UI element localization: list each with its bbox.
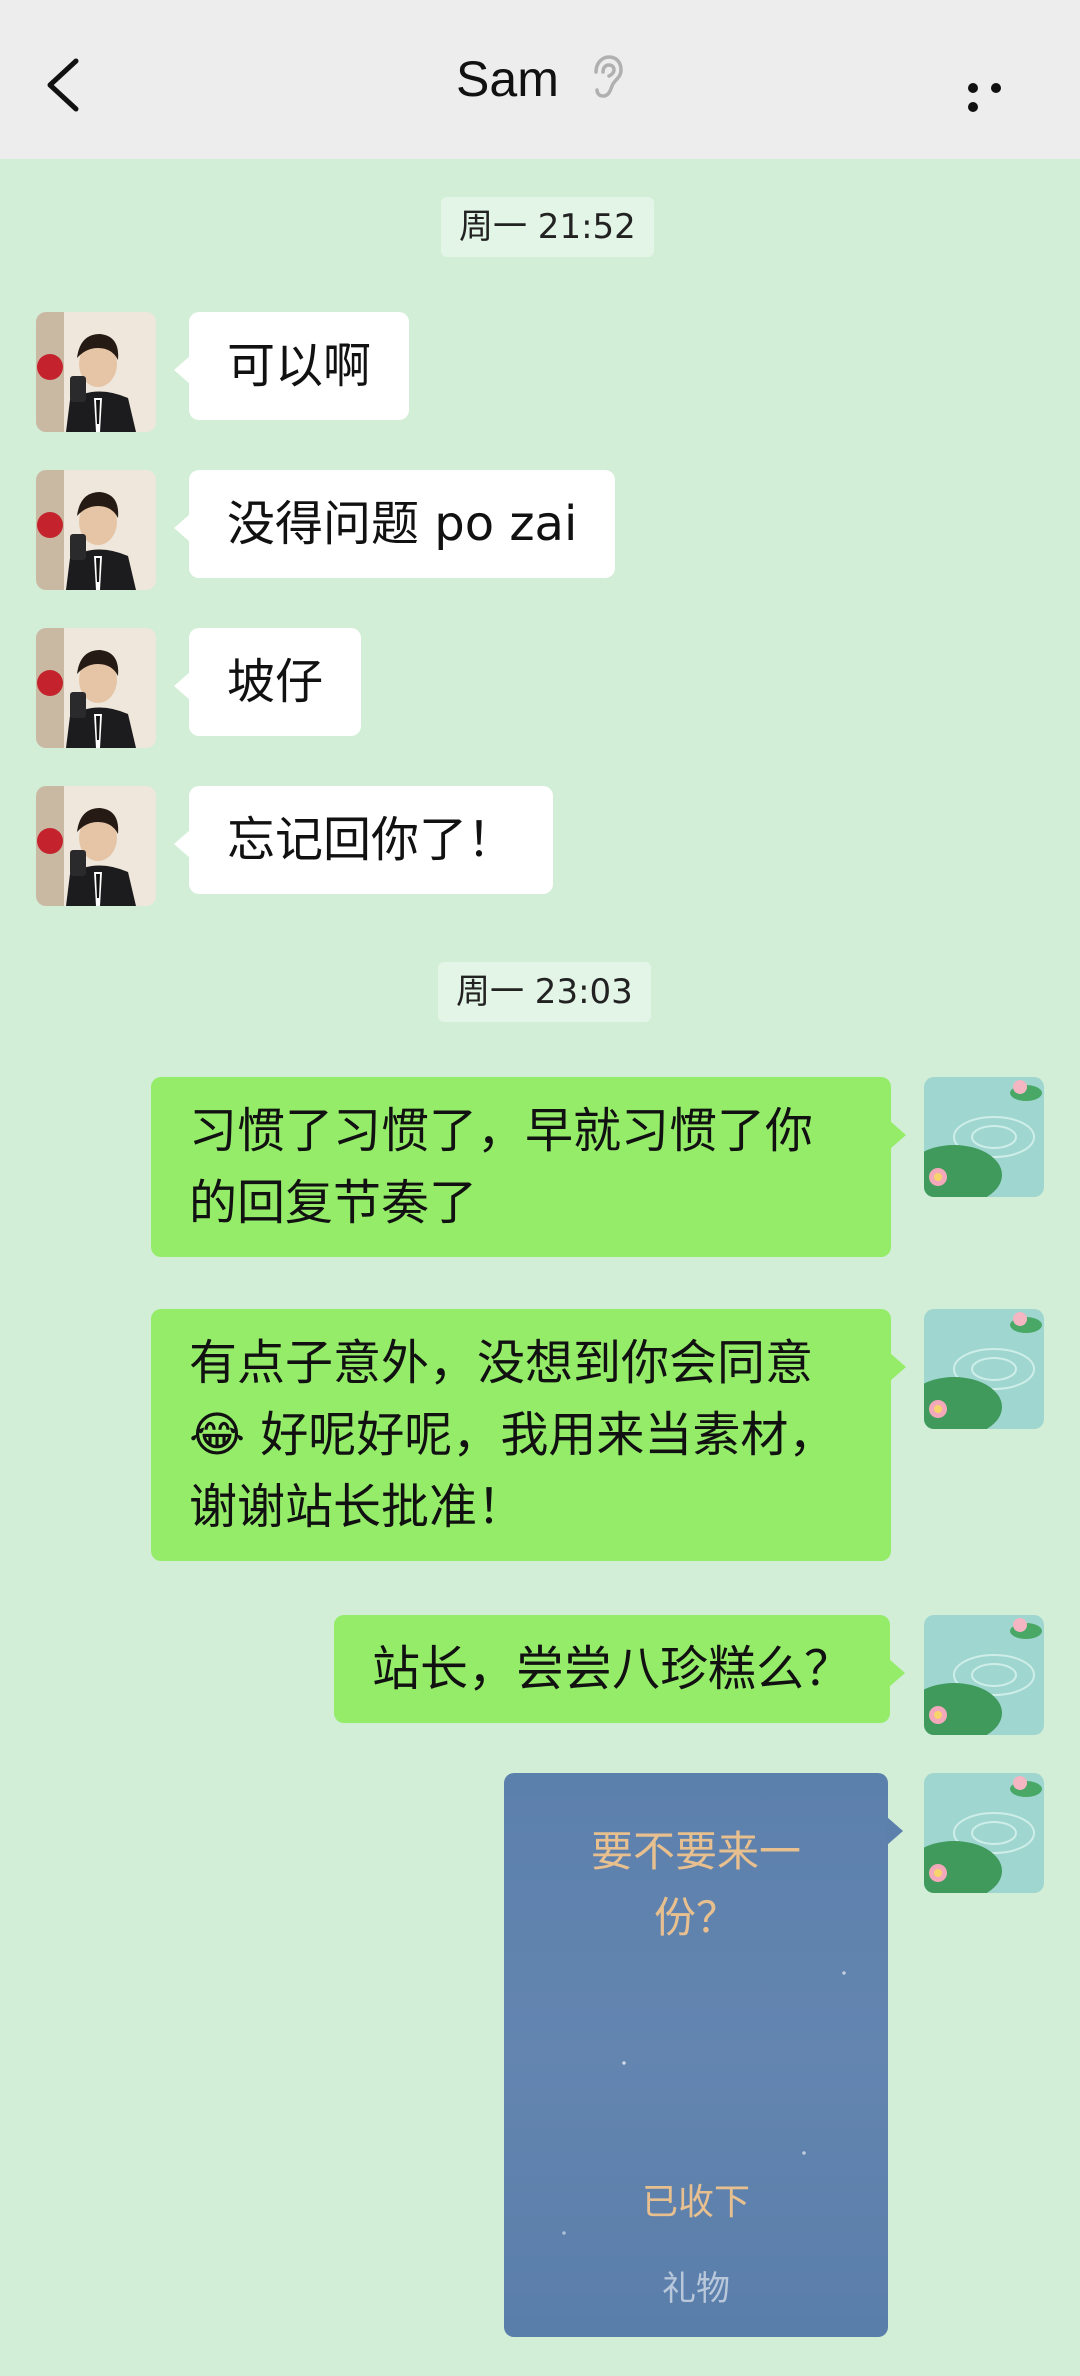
more-options-button[interactable] [968,78,1028,112]
timestamp: 周一 21:52 [441,197,654,257]
person-photo [36,312,156,432]
received-message[interactable]: 坡仔 [173,628,362,736]
my-avatar[interactable] [924,1615,1044,1735]
timestamp: 周一 23:03 [438,962,651,1022]
sent-message[interactable]: 习惯了习惯了，早就习惯了你的回复节奏了 [151,1077,906,1257]
lotus-pond-image [924,1309,1044,1429]
person-photo [36,628,156,748]
my-avatar[interactable] [924,1309,1044,1429]
tears-of-joy-emoji: 😂 [189,1407,246,1463]
gift-message: 要不要来一份？ [590,1827,801,1942]
gift-card[interactable]: 要不要来一份？ 已收下 礼物 [504,1773,903,2337]
received-message[interactable]: 没得问题 po zai [173,470,616,578]
received-message[interactable]: 可以啊 [173,312,410,420]
more-dots-icon [968,83,978,93]
contact-avatar[interactable] [36,786,156,906]
lotus-pond-image [924,1077,1044,1197]
contact-avatar[interactable] [36,312,156,432]
contact-avatar[interactable] [36,470,156,590]
title-bar: Sam [0,50,1080,108]
gift-label: 礼物 [662,2269,730,2309]
my-avatar[interactable] [924,1077,1044,1197]
sent-message[interactable]: 站长，尝尝八珍糕么？ [334,1615,906,1723]
chat-header: Sam [0,0,1080,159]
message-text: 好呢好呢，我用来当素材，谢谢站长批准！ [189,1407,837,1535]
person-photo [36,786,156,906]
ear-icon [590,54,624,104]
contact-avatar[interactable] [36,628,156,748]
gift-status: 已收下 [641,2182,750,2223]
person-photo [36,470,156,590]
lotus-pond-image [924,1773,1044,1893]
message-text: 有点子意外，没想到你会同意 [189,1335,814,1391]
my-avatar[interactable] [924,1773,1044,1893]
sent-message[interactable]: 有点子意外，没想到你会同意 😂 好呢好呢，我用来当素材，谢谢站长批准！ [151,1309,906,1561]
lotus-pond-image [924,1615,1044,1735]
received-message[interactable]: 忘记回你了！ [173,786,554,894]
contact-name[interactable]: Sam [456,51,559,107]
